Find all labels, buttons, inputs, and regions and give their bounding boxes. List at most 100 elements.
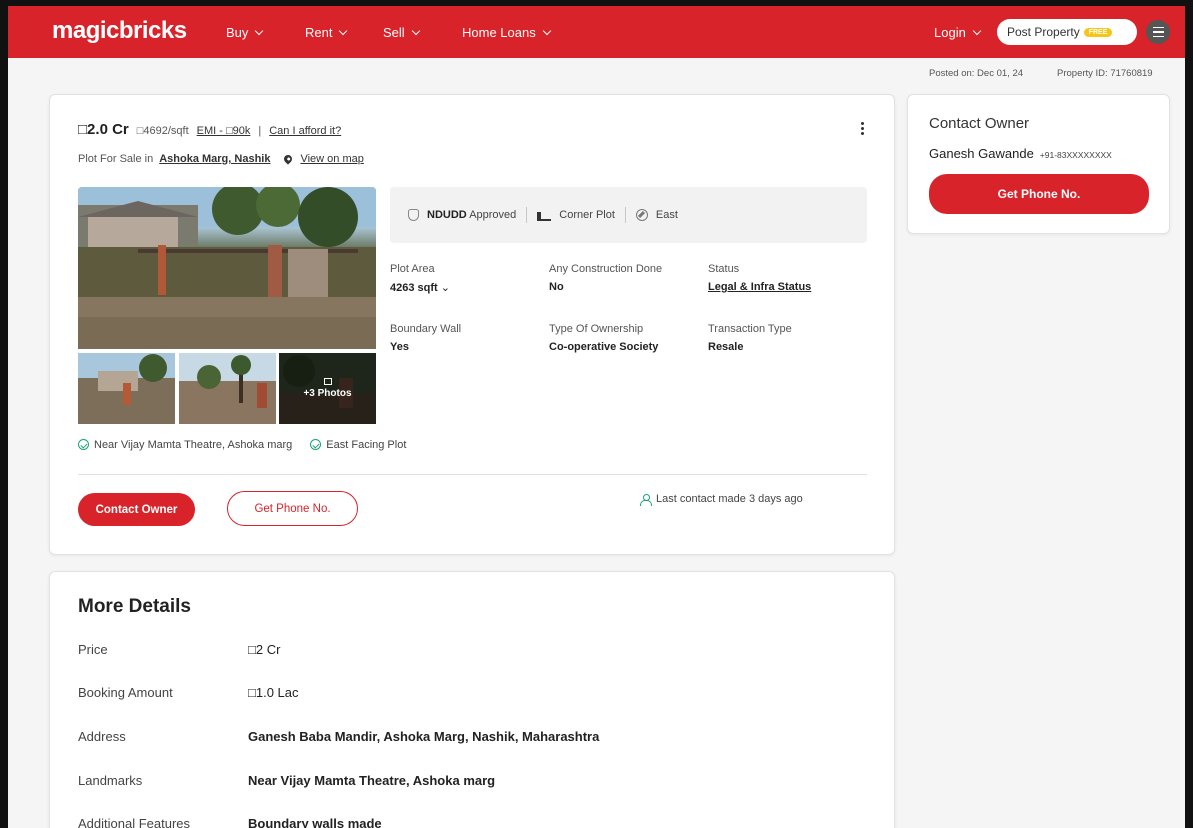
more-photos-thumbnail[interactable]: +3 Photos: [279, 353, 376, 424]
attr-construction: Any Construction Done No: [549, 263, 662, 293]
view-on-map-link[interactable]: View on map: [300, 153, 363, 165]
main-photo[interactable]: [78, 187, 376, 349]
photo-thumbnail[interactable]: [179, 353, 276, 424]
unit-dropdown-icon: ⌄: [440, 282, 450, 294]
owner-info: Ganesh Gawande +91-83XXXXXXXX: [929, 146, 1112, 161]
posted-on-date: Posted on: Dec 01, 24: [929, 68, 1024, 79]
login-menu[interactable]: Login: [934, 25, 982, 40]
nav-buy[interactable]: Buy: [226, 25, 264, 40]
highlights: Near Vijay Mamta Theatre, Ashoka marg Ea…: [78, 439, 406, 451]
attr-plot-area: Plot Area 4263 sqft ⌄: [390, 263, 450, 294]
detail-value: Near Vijay Mamta Theatre, Ashoka marg: [248, 773, 496, 788]
contact-card-get-phone-button[interactable]: Get Phone No.: [929, 174, 1149, 214]
attr-label: Boundary Wall: [390, 323, 462, 335]
nav-sell-label: Sell: [383, 25, 405, 40]
divider: [624, 207, 626, 223]
attr-value[interactable]: 4263 sqft ⌄: [390, 281, 450, 294]
free-badge: FREE: [1083, 27, 1113, 37]
emi-link[interactable]: EMI - □90k: [197, 125, 251, 137]
facing-fact: East: [655, 209, 678, 221]
attr-boundary-wall: Boundary Wall Yes: [390, 323, 461, 353]
detail-row-landmarks: Landmarks Near Vijay Mamta Theatre, Asho…: [78, 773, 495, 788]
top-navigation-bar: magicbricks Buy Rent Sell Home Loans Log…: [8, 6, 1185, 58]
check-circle-icon: [310, 439, 322, 450]
nav-sell[interactable]: Sell: [383, 25, 420, 40]
last-contact-info: Last contact made 3 days ago: [640, 493, 803, 506]
highlight-item: East Facing Plot: [310, 439, 406, 451]
detail-value: Ganesh Baba Mandir, Ashoka Marg, Nashik,…: [248, 729, 600, 744]
thumbnail-illustration: [179, 353, 276, 424]
detail-key: Price: [78, 642, 108, 657]
more-details-title: More Details: [78, 596, 191, 617]
owner-name: Ganesh Gawande: [929, 146, 1034, 161]
location-link[interactable]: Ashoka Marg, Nashik: [159, 153, 270, 165]
attr-label: Status: [708, 263, 740, 275]
key-facts-strip: NDUDD Approved Corner Plot East: [390, 187, 867, 243]
last-contact-text: Last contact made 3 days ago: [656, 493, 803, 505]
highlight-text: Near Vijay Mamta Theatre, Ashoka marg: [94, 439, 293, 451]
attr-label: Plot Area: [390, 263, 435, 275]
post-property-button[interactable]: Post Property FREE: [997, 19, 1137, 45]
chevron-down-icon: [972, 26, 982, 36]
can-i-afford-link[interactable]: Can I afford it?: [269, 125, 341, 137]
attr-value: Resale: [708, 341, 744, 353]
nav-rent-label: Rent: [305, 25, 333, 40]
chevron-down-icon: [255, 26, 264, 36]
attr-value: Yes: [390, 341, 409, 353]
detail-key: Landmarks: [78, 773, 143, 788]
compass-icon: [635, 209, 648, 221]
user-icon: [640, 493, 652, 506]
detail-key: Address: [78, 729, 126, 744]
attr-label: Transaction Type: [708, 323, 792, 335]
nav-rent[interactable]: Rent: [305, 25, 348, 40]
browser-viewport: magicbricks Buy Rent Sell Home Loans Log…: [0, 0, 1193, 828]
chevron-down-icon: [411, 26, 420, 36]
owner-phone-masked: +91-83XXXXXXXX: [1039, 150, 1112, 160]
approval-suffix: Approved: [469, 209, 517, 221]
attr-label: Type Of Ownership: [549, 323, 644, 335]
detail-key: Booking Amount: [78, 685, 173, 700]
detail-value: □1.0 Lac: [248, 685, 299, 700]
price: □2.0 Cr: [78, 121, 129, 138]
detail-row-price: Price □2 Cr: [78, 642, 280, 657]
plot-area-value: 4263 sqft: [390, 282, 438, 294]
nav-home-loans[interactable]: Home Loans: [462, 25, 551, 40]
detail-row-address: Address Ganesh Baba Mandir, Ashoka Marg,…: [78, 729, 599, 744]
hamburger-menu-icon[interactable]: [1146, 20, 1170, 44]
section-divider: [78, 474, 867, 475]
map-pin-icon: [282, 153, 295, 165]
attr-value: No: [549, 281, 564, 293]
title-prefix: Plot For Sale in: [78, 153, 154, 165]
nav-buy-label: Buy: [226, 25, 249, 40]
chevron-down-icon: [339, 26, 348, 36]
detail-value: □2 Cr: [248, 642, 281, 657]
legal-infra-status-link[interactable]: Legal & Infra Status: [708, 281, 811, 293]
post-property-label: Post Property: [1007, 25, 1080, 39]
contact-owner-button[interactable]: Contact Owner: [78, 493, 195, 526]
divider: [526, 207, 528, 223]
approval-fact: NDUDD Approved: [427, 209, 516, 221]
price-per-sqft: □4692/sqft: [136, 125, 189, 137]
attr-ownership: Type Of Ownership Co-operative Society: [549, 323, 658, 353]
more-options-icon[interactable]: [861, 122, 864, 135]
detail-row-booking: Booking Amount □1.0 Lac: [78, 685, 299, 700]
get-phone-button[interactable]: Get Phone No.: [227, 491, 358, 526]
gallery-icon: [323, 378, 332, 385]
thumbnail-illustration: [78, 353, 175, 424]
attr-transaction: Transaction Type Resale: [708, 323, 792, 353]
separator: |: [258, 125, 262, 137]
more-photos-label: +3 Photos: [303, 388, 352, 399]
property-id: Property ID: 71760819: [1057, 68, 1153, 79]
highlight-text: East Facing Plot: [326, 439, 407, 451]
listing-subtitle: Plot For Sale in Ashoka Marg, Nashik Vie…: [78, 153, 364, 165]
plot-photo-illustration: [78, 187, 376, 349]
nav-home-loans-label: Home Loans: [462, 25, 536, 40]
shield-check-icon: [408, 209, 419, 221]
contact-owner-card: Contact Owner Ganesh Gawande +91-83XXXXX…: [907, 94, 1170, 234]
attr-label: Any Construction Done: [549, 263, 663, 275]
magicbricks-logo[interactable]: magicbricks: [52, 17, 187, 45]
approval-authority: NDUDD: [427, 209, 467, 221]
corner-plot-icon: [537, 209, 552, 221]
photo-thumbnail[interactable]: [78, 353, 175, 424]
attr-status: Status Legal & Infra Status: [708, 263, 811, 293]
